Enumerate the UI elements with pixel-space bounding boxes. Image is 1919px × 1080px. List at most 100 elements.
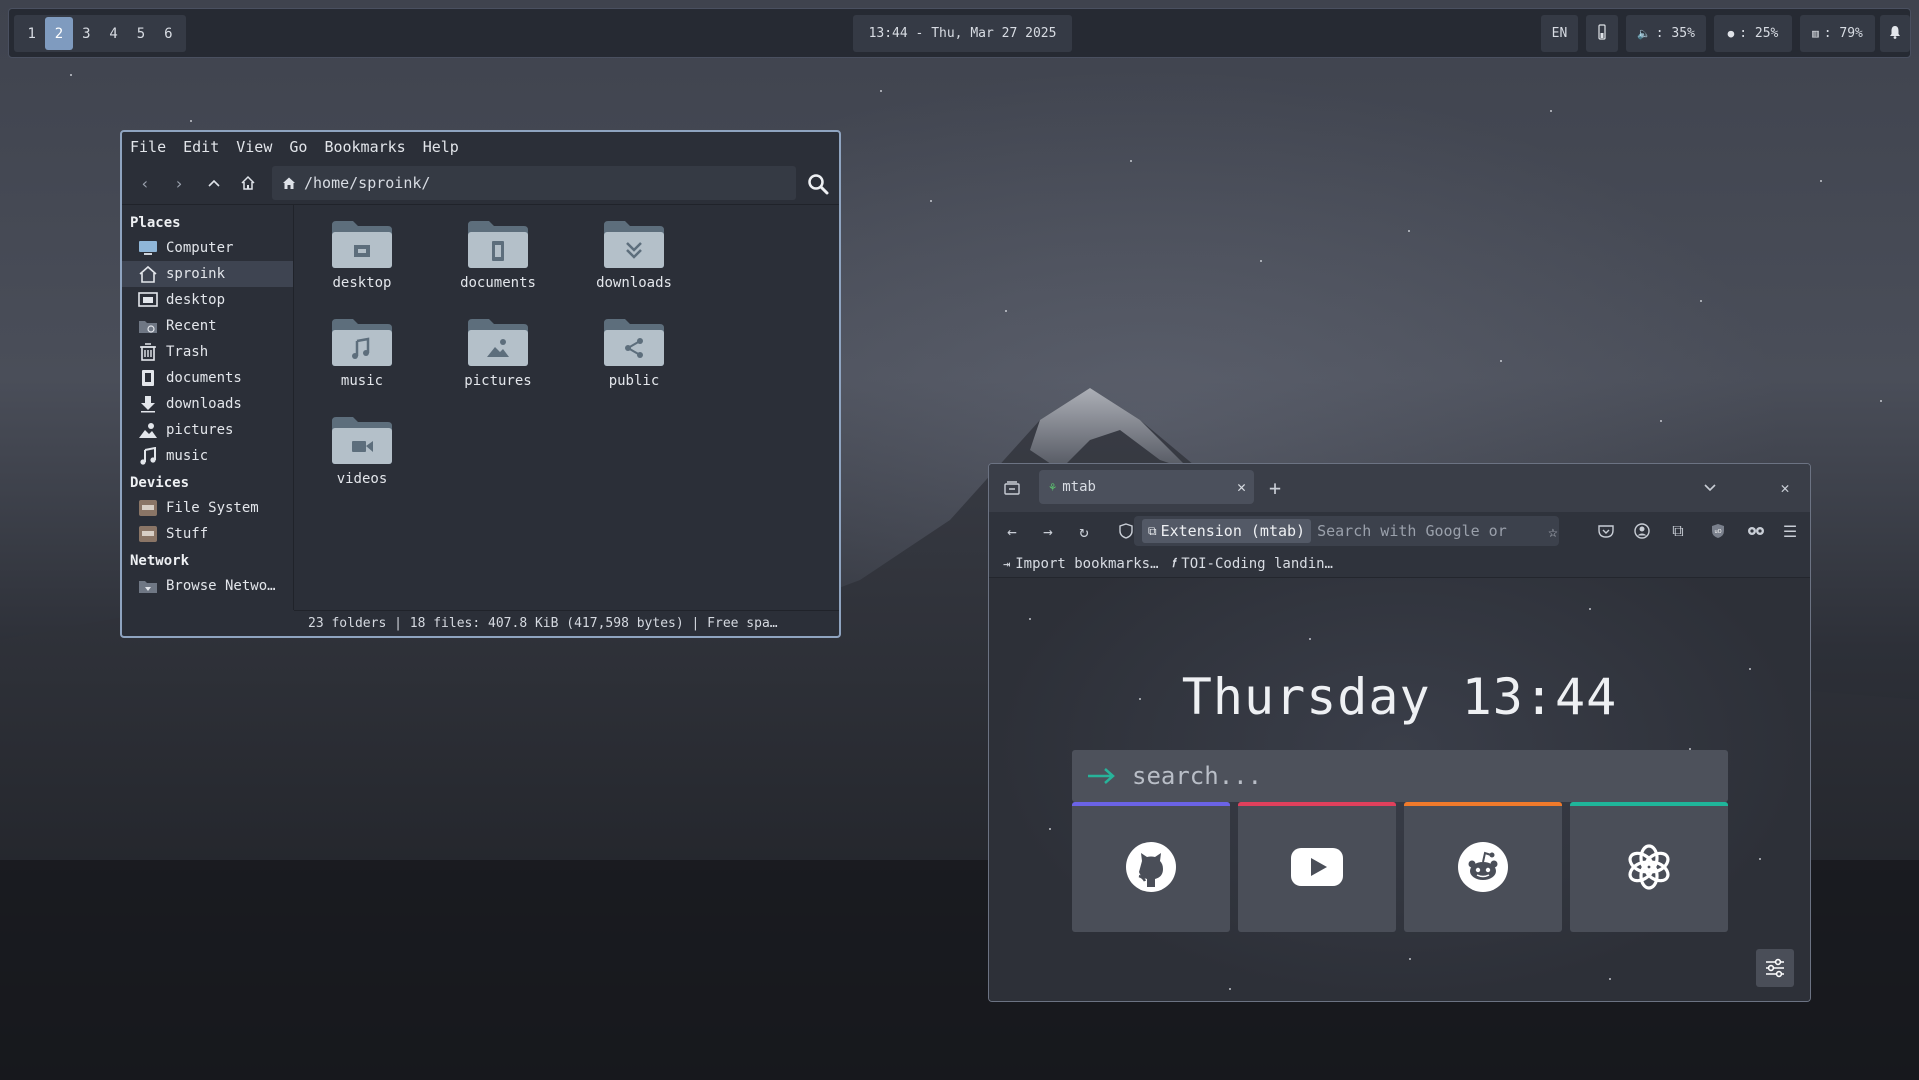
bookmark-toi-coding[interactable]: 𝑓 TOI-Coding landin… <box>1173 556 1333 572</box>
sidebar-item-file-system[interactable]: File System <box>122 495 293 521</box>
tab-overview-button[interactable] <box>1001 477 1023 499</box>
search-placeholder: search... <box>1132 762 1263 790</box>
quick-link-chatgpt[interactable] <box>1570 802 1728 932</box>
close-window-button[interactable]: ✕ <box>1774 477 1796 499</box>
ublock-button[interactable]: uO <box>1707 520 1729 542</box>
workspace-6[interactable]: 6 <box>155 17 182 50</box>
menu-file[interactable]: File <box>130 138 166 156</box>
quick-link-youtube[interactable] <box>1238 802 1396 932</box>
extensions-button[interactable]: ⧉ <box>1667 520 1689 542</box>
site-favicon-icon: 𝑓 <box>1172 556 1177 570</box>
folder-public-icon <box>604 319 664 366</box>
sidebar-item-sproink[interactable]: sproink <box>122 261 293 287</box>
mtab-search-input[interactable]: search... <box>1072 750 1728 802</box>
language-indicator[interactable]: EN <box>1541 15 1578 52</box>
music-note-icon <box>138 447 158 465</box>
workspace-2[interactable]: 2 <box>45 17 73 50</box>
menu-view[interactable]: View <box>236 138 272 156</box>
folder-label: videos <box>336 471 388 487</box>
bookmark-label: Import bookmarks… <box>1015 555 1159 572</box>
list-tabs-button[interactable] <box>1699 477 1721 499</box>
memory-indicator[interactable]: ▥ : 79% <box>1800 15 1875 52</box>
up-button[interactable] <box>201 170 227 196</box>
sidebar-item-documents[interactable]: documents <box>122 365 293 391</box>
picture-icon <box>138 421 158 439</box>
search-button[interactable] <box>804 170 832 198</box>
new-tab-button[interactable]: + <box>1264 476 1286 500</box>
home-icon <box>138 265 158 283</box>
network-heading: Network <box>130 553 190 569</box>
bell-icon <box>1889 25 1901 43</box>
quick-link-github[interactable] <box>1072 802 1230 932</box>
memory-value: : 79% <box>1823 26 1863 41</box>
quick-link-reddit[interactable] <box>1404 802 1562 932</box>
sidebar-item-downloads[interactable]: downloads <box>122 391 293 417</box>
app-menu-button[interactable]: ☰ <box>1779 520 1801 542</box>
menu-help[interactable]: Help <box>423 138 459 156</box>
sidebar-item-stuff[interactable]: Stuff <box>122 521 293 547</box>
sidebar-item-music[interactable]: music <box>122 443 293 469</box>
mtab-settings-button[interactable] <box>1756 949 1794 987</box>
folder-pictures[interactable]: pictures <box>438 317 558 409</box>
url-bar[interactable]: ⧉ Extension (mtab) Search with Google or <box>1134 516 1559 546</box>
close-tab-icon[interactable]: ✕ <box>1237 478 1246 496</box>
workspace-4[interactable]: 4 <box>100 17 127 50</box>
pocket-button[interactable] <box>1595 520 1617 542</box>
sidebar-item-recent[interactable]: Recent <box>122 313 293 339</box>
extension-label: Extension (mtab) <box>1160 522 1306 540</box>
workspace-1[interactable]: 1 <box>18 17 45 50</box>
bookmark-star-button[interactable]: ☆ <box>1542 520 1564 542</box>
file-manager-toolbar: ‹ › /home/sproink/ <box>122 162 839 202</box>
sidebar-item-label: Stuff <box>166 526 209 542</box>
forward-button[interactable]: → <box>1037 520 1059 542</box>
extension-glasses-button[interactable] <box>1745 520 1767 542</box>
sliders-icon <box>1766 958 1784 978</box>
reload-button[interactable]: ↻ <box>1073 520 1095 542</box>
sidebar-item-desktop[interactable]: desktop <box>122 287 293 313</box>
folder-documents[interactable]: documents <box>438 219 558 311</box>
forward-button[interactable]: › <box>166 170 192 196</box>
menu-edit[interactable]: Edit <box>183 138 219 156</box>
folder-documents-icon <box>468 221 528 268</box>
menu-bookmarks[interactable]: Bookmarks <box>324 138 405 156</box>
panel-clock[interactable]: 13:44 - Thu, Mar 27 2025 <box>853 15 1072 52</box>
speaker-icon: 🔈 <box>1637 27 1651 40</box>
workspace-3[interactable]: 3 <box>73 17 100 50</box>
sidebar-item-trash[interactable]: Trash <box>122 339 293 365</box>
folder-label: music <box>340 373 384 389</box>
download-icon <box>138 395 158 413</box>
browser-window: ⚘ mtab ✕ + ✕ ← → ↻ ⧉ Extension (mtab) Se… <box>988 463 1811 1002</box>
bookmark-import[interactable]: ⇥ Import bookmarks… <box>1003 556 1159 572</box>
folder-desktop[interactable]: desktop <box>302 219 422 311</box>
sidebar-item-pictures[interactable]: pictures <box>122 417 293 443</box>
folder-videos[interactable]: videos <box>302 415 422 507</box>
sidebar-item-label: sproink <box>166 266 226 282</box>
sidebar-item-computer[interactable]: Computer <box>122 235 293 261</box>
folder-music-icon <box>332 319 392 366</box>
folder-downloads[interactable]: downloads <box>574 219 694 311</box>
folder-label: documents <box>460 275 536 291</box>
arrow-right-icon: → <box>1043 521 1053 541</box>
tab-mtab[interactable]: ⚘ mtab ✕ <box>1039 470 1254 504</box>
workspace-5[interactable]: 5 <box>127 17 154 50</box>
arrow-right-icon <box>1088 768 1115 784</box>
search-icon <box>808 174 829 195</box>
extension-identity-chip[interactable]: ⧉ Extension (mtab) <box>1142 519 1312 543</box>
battery-indicator[interactable] <box>1586 15 1618 52</box>
file-grid: desktop documents downloads music pictur… <box>294 205 839 610</box>
home-button[interactable] <box>235 170 261 196</box>
chevron-down-icon <box>1704 484 1716 492</box>
back-button[interactable]: ‹ <box>132 170 158 196</box>
menu-go[interactable]: Go <box>289 138 307 156</box>
location-bar[interactable]: /home/sproink/ <box>272 166 796 200</box>
tab-list-icon <box>1004 481 1020 495</box>
tile-accent-bar <box>1238 802 1396 806</box>
account-button[interactable] <box>1631 520 1653 542</box>
folder-music[interactable]: music <box>302 317 422 409</box>
volume-indicator[interactable]: 🔈 : 35% <box>1626 15 1706 52</box>
notifications-button[interactable] <box>1880 15 1910 52</box>
sidebar-item-browse-network[interactable]: Browse Netwo… <box>122 573 293 599</box>
folder-public[interactable]: public <box>574 317 694 409</box>
back-button[interactable]: ← <box>1001 520 1023 542</box>
cpu-indicator[interactable]: ● : 25% <box>1714 15 1792 52</box>
